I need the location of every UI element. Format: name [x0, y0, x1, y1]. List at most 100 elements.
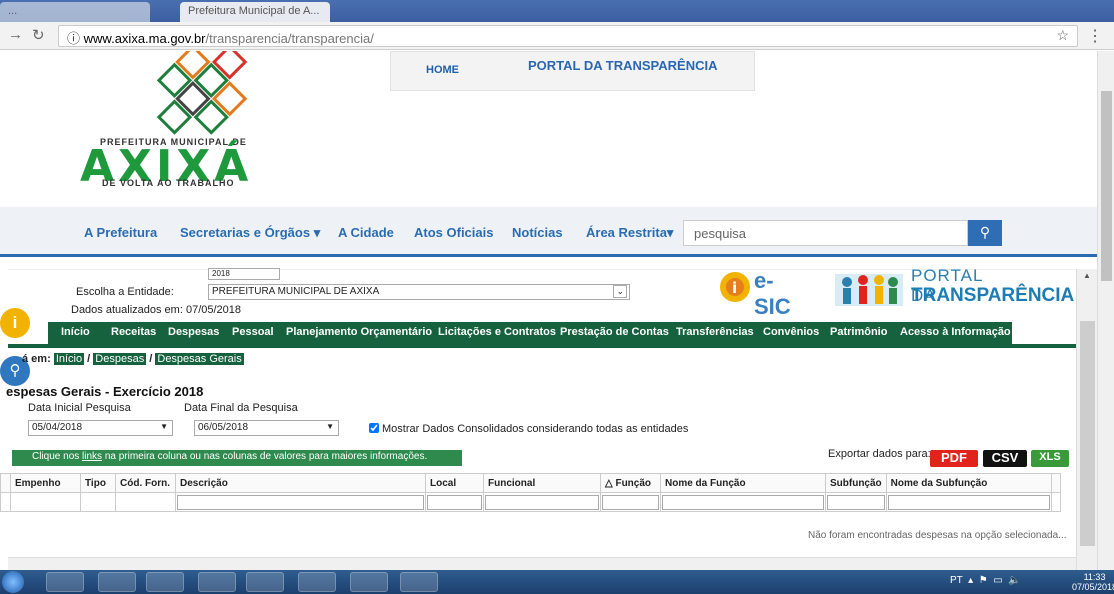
- info-circle-icon[interactable]: i: [0, 308, 30, 338]
- gnav-planejamento[interactable]: Planejamento Orçamentário: [286, 326, 432, 338]
- axixa-logo: PREFEITURA MUNICIPAL DE AXIXÁ DE VOLTA A…: [60, 51, 355, 201]
- page-scroll-thumb[interactable]: [1101, 91, 1112, 281]
- filter-cell: [175, 492, 426, 512]
- filter-cell: [825, 492, 887, 512]
- export-label: Exportar dados para:: [828, 448, 931, 460]
- home-link[interactable]: HOME: [426, 64, 459, 76]
- export-xls-button[interactable]: XLS: [1031, 450, 1069, 467]
- chrome-taskbar-icon[interactable]: [198, 572, 236, 592]
- gnav-transferencias[interactable]: Transferências: [676, 326, 754, 338]
- date-end-select[interactable]: 06/05/2018 ▼: [194, 420, 339, 436]
- dropdown-arrow-icon: ▼: [160, 422, 168, 431]
- nome-subfuncao-filter-input[interactable]: [887, 494, 1050, 510]
- gnav-inicio[interactable]: Início: [61, 326, 90, 338]
- address-bar[interactable]: ⓘ www.axixa.ma.gov.br/transparencia/tran…: [58, 25, 1103, 47]
- info-icon[interactable]: ⓘ: [67, 31, 80, 46]
- esic-logo[interactable]: i e-SIC: [718, 268, 791, 319]
- paint-taskbar-icon[interactable]: [246, 572, 284, 592]
- gnav-patrimonio[interactable]: Patrimônio: [830, 326, 887, 338]
- gnav-prestacao-contas[interactable]: Prestação de Contas: [560, 326, 669, 338]
- date-start-select[interactable]: 05/04/2018 ▼: [28, 420, 173, 436]
- main-nav: A Prefeitura Secretarias e Órgãos ▾ A Ci…: [0, 207, 1097, 257]
- col-funcao[interactable]: △ Função: [600, 473, 661, 493]
- url-domain: www.axixa.ma.gov.br: [83, 31, 206, 46]
- nav-area-restrita[interactable]: Área Restrita▾: [586, 225, 673, 241]
- frame-horizontal-scrollbar[interactable]: [8, 557, 1076, 570]
- nav-a-prefeitura[interactable]: A Prefeitura: [84, 225, 157, 240]
- tab-title: Prefeitura Municipal de A...: [188, 5, 320, 17]
- word-taskbar-icon[interactable]: [298, 572, 336, 592]
- nav-a-cidade[interactable]: A Cidade: [338, 225, 394, 240]
- page-vertical-scrollbar[interactable]: [1097, 51, 1114, 570]
- calculator-taskbar-icon[interactable]: [350, 572, 388, 592]
- explorer-taskbar-icon[interactable]: [98, 572, 136, 592]
- search-input[interactable]: pesquisa: [683, 220, 968, 246]
- reload-icon[interactable]: ↻: [32, 26, 45, 44]
- col-local[interactable]: Local: [425, 473, 484, 493]
- col-cod-forn[interactable]: Cód. Forn.: [115, 473, 176, 493]
- top-nav: HOME PORTAL DA TRANSPARÊNCIA: [390, 51, 755, 91]
- gnav-receitas[interactable]: Receitas: [111, 326, 156, 338]
- scroll-up-icon[interactable]: ▲: [1083, 271, 1091, 280]
- consolidated-label: Mostrar Dados Consolidados considerando …: [382, 423, 689, 435]
- start-button-icon[interactable]: [2, 571, 24, 593]
- clock[interactable]: 11:33 07/05/2018: [1072, 572, 1114, 592]
- col-empenho[interactable]: Empenho: [10, 473, 81, 493]
- breadcrumb-despesas[interactable]: Despesas: [93, 353, 147, 365]
- language-indicator[interactable]: PT: [950, 575, 963, 586]
- year-select[interactable]: 2018: [208, 268, 280, 280]
- ie-taskbar-icon[interactable]: [46, 572, 84, 592]
- entity-value: PREFEITURA MUNICIPAL DE AXIXA: [212, 286, 380, 297]
- nav-atos-oficiais[interactable]: Atos Oficiais: [414, 225, 493, 240]
- col-nome-funcao[interactable]: Nome da Função: [660, 473, 826, 493]
- expenses-table: Empenho Tipo Cód. Forn. Descrição Local …: [0, 473, 1061, 512]
- browser-tab[interactable]: ...: [0, 2, 150, 22]
- gnav-pessoal[interactable]: Pessoal: [232, 326, 274, 338]
- nav-secretarias[interactable]: Secretarias e Órgãos ▾: [180, 225, 320, 241]
- windows-taskbar: PT ▴ ⚑ ▭ 🔈 11:33 07/05/2018: [0, 570, 1114, 594]
- date-start-value: 05/04/2018: [32, 422, 83, 433]
- breadcrumb-inicio[interactable]: Início: [53, 353, 85, 365]
- export-pdf-button[interactable]: PDF: [930, 450, 978, 467]
- gnav-convenios[interactable]: Convênios: [763, 326, 819, 338]
- col-descricao[interactable]: Descrição: [175, 473, 426, 493]
- media-taskbar-icon[interactable]: [146, 572, 184, 592]
- frame-scroll-thumb[interactable]: [1080, 321, 1095, 546]
- gnav-acesso-informacao[interactable]: Acesso à Informação: [900, 326, 1011, 338]
- back-arrow-icon[interactable]: →: [8, 26, 23, 43]
- consolidated-checkbox[interactable]: [369, 423, 379, 433]
- snipping-taskbar-icon[interactable]: [400, 572, 438, 592]
- consolidated-checkbox-row[interactable]: Mostrar Dados Consolidados considerando …: [369, 423, 688, 435]
- bookmark-star-icon[interactable]: ☆: [1056, 27, 1069, 44]
- frame-vertical-scrollbar[interactable]: ▲: [1076, 269, 1097, 570]
- gnav-despesas[interactable]: Despesas: [168, 326, 219, 338]
- col-nome-subfuncao[interactable]: Nome da Subfunção: [885, 473, 1052, 493]
- funcao-filter-input[interactable]: [602, 494, 659, 510]
- browser-tab-active[interactable]: Prefeitura Municipal de A...: [180, 2, 330, 22]
- funcional-filter-input[interactable]: [485, 494, 599, 510]
- breadcrumb-despesas-gerais[interactable]: Despesas Gerais: [155, 353, 244, 365]
- page-title: espesas Gerais - Exercício 2018: [6, 384, 204, 399]
- col-blank: [0, 473, 11, 493]
- descricao-filter-input[interactable]: [177, 494, 424, 510]
- info-bar-link[interactable]: links: [82, 451, 102, 462]
- col-subfuncao[interactable]: Subfunção: [825, 473, 887, 493]
- nav-noticias[interactable]: Notícias: [512, 225, 563, 240]
- col-funcional[interactable]: Funcional: [483, 473, 601, 493]
- col-tipo[interactable]: Tipo: [80, 473, 116, 493]
- portal-transparencia-link[interactable]: PORTAL DA TRANSPARÊNCIA: [528, 58, 717, 73]
- dropdown-arrow-icon: ▼: [326, 422, 334, 431]
- date-end-value: 06/05/2018: [198, 422, 249, 433]
- filter-cell: [425, 492, 484, 512]
- green-divider: [8, 344, 1076, 348]
- portal-transparencia-logo[interactable]: PORTAL DA TRANSPARÊNCIA: [833, 266, 1074, 311]
- subfuncao-filter-input[interactable]: [827, 494, 885, 510]
- gnav-licitacoes[interactable]: Licitações e Contratos: [438, 326, 556, 338]
- nome-funcao-filter-input[interactable]: [662, 494, 824, 510]
- export-csv-button[interactable]: CSV: [983, 450, 1027, 467]
- local-filter-input[interactable]: [427, 494, 482, 510]
- filter-cell: [1050, 492, 1061, 512]
- browser-menu-icon[interactable]: ⋮: [1087, 26, 1103, 46]
- search-button[interactable]: ⚲: [968, 220, 1002, 246]
- entity-select[interactable]: PREFEITURA MUNICIPAL DE AXIXA ⌄: [208, 284, 630, 300]
